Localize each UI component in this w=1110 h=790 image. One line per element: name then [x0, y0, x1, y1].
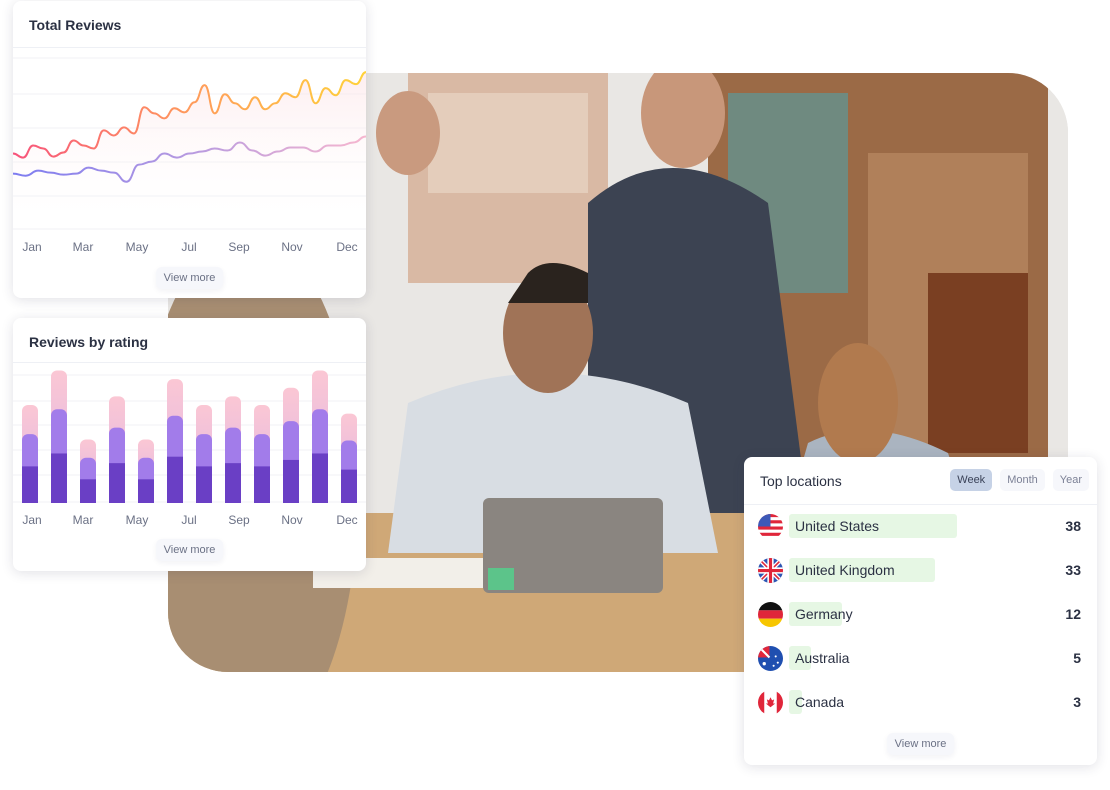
card-title: Total Reviews [29, 17, 122, 33]
reviews-by-rating-card: Reviews by rating Jan Mar May Jul Sep Nov Dec … [13, 318, 366, 571]
period-tabs: Week Month Year [950, 469, 1089, 491]
bar-base [283, 497, 299, 503]
x-tick-label: Nov [281, 240, 303, 254]
country-name: United States [795, 518, 880, 534]
country-name: Australia [795, 650, 850, 666]
bar-base [51, 497, 67, 503]
bar-segment [312, 453, 328, 503]
country-name: Germany [795, 606, 853, 622]
x-tick-label: Nov [281, 513, 303, 527]
uk-flag-icon [758, 557, 783, 583]
bar-base [341, 497, 357, 503]
us-flag-icon [758, 513, 783, 539]
x-tick-label: Jan [22, 513, 42, 527]
bar-segment [51, 453, 67, 503]
x-tick-label: Jul [181, 513, 197, 527]
bar-base [138, 497, 154, 503]
x-tick-label: Mar [72, 513, 94, 527]
bar-base [109, 497, 125, 503]
canada-flag-icon [758, 689, 783, 715]
tab-week[interactable]: Week [950, 469, 993, 491]
review-count: 12 [1065, 606, 1081, 622]
review-count: 3 [1073, 694, 1081, 710]
location-row[interactable]: United Kingdom 33 [758, 557, 1081, 583]
total-reviews-card: Total Reviews Jan Mar May Jul Sep Nov Dec View… [13, 1, 366, 298]
x-tick-label: Sep [228, 513, 250, 527]
x-tick-label: Mar [72, 240, 94, 254]
review-count: 5 [1073, 650, 1081, 666]
top-locations-card: Top locations Week Month Year United Sta… [744, 457, 1097, 765]
x-tick-label: May [125, 240, 149, 254]
bar-base [22, 497, 38, 503]
x-tick-label: Jan [22, 240, 42, 254]
bar-base [196, 497, 212, 503]
total-reviews-line-chart [13, 57, 366, 230]
x-tick-label: Dec [336, 240, 358, 254]
location-row[interactable]: United States 38 [758, 513, 1081, 539]
x-tick-label: Sep [228, 240, 250, 254]
x-tick-label: Dec [336, 513, 358, 527]
bar-base [80, 497, 96, 503]
bar-segment [167, 456, 183, 503]
tab-year[interactable]: Year [1052, 469, 1089, 491]
germany-flag-icon [758, 601, 783, 627]
tab-month[interactable]: Month [1000, 469, 1045, 491]
australia-flag-icon [758, 645, 783, 671]
review-count: 33 [1065, 562, 1081, 578]
location-row[interactable]: Germany 12 [758, 601, 1081, 627]
country-name: United Kingdom [795, 562, 895, 578]
location-row[interactable]: Australia 5 [758, 645, 1081, 671]
reviews-by-rating-bar-chart [13, 370, 366, 503]
view-more-button[interactable]: View more [155, 539, 224, 561]
x-tick-label: May [125, 513, 149, 527]
bar-base [312, 497, 328, 503]
view-more-button[interactable]: View more [886, 733, 955, 755]
location-row[interactable]: Canada 3 [758, 689, 1081, 715]
bar-base [254, 497, 270, 503]
card-title: Reviews by rating [29, 334, 149, 350]
x-tick-label: Jul [181, 240, 197, 254]
bar-base [167, 497, 183, 503]
view-more-button[interactable]: View more [155, 267, 224, 289]
card-title: Top locations [760, 473, 842, 489]
review-count: 38 [1065, 518, 1081, 534]
bar-base [225, 497, 241, 503]
country-name: Canada [795, 694, 845, 710]
bar-segment [283, 459, 299, 503]
